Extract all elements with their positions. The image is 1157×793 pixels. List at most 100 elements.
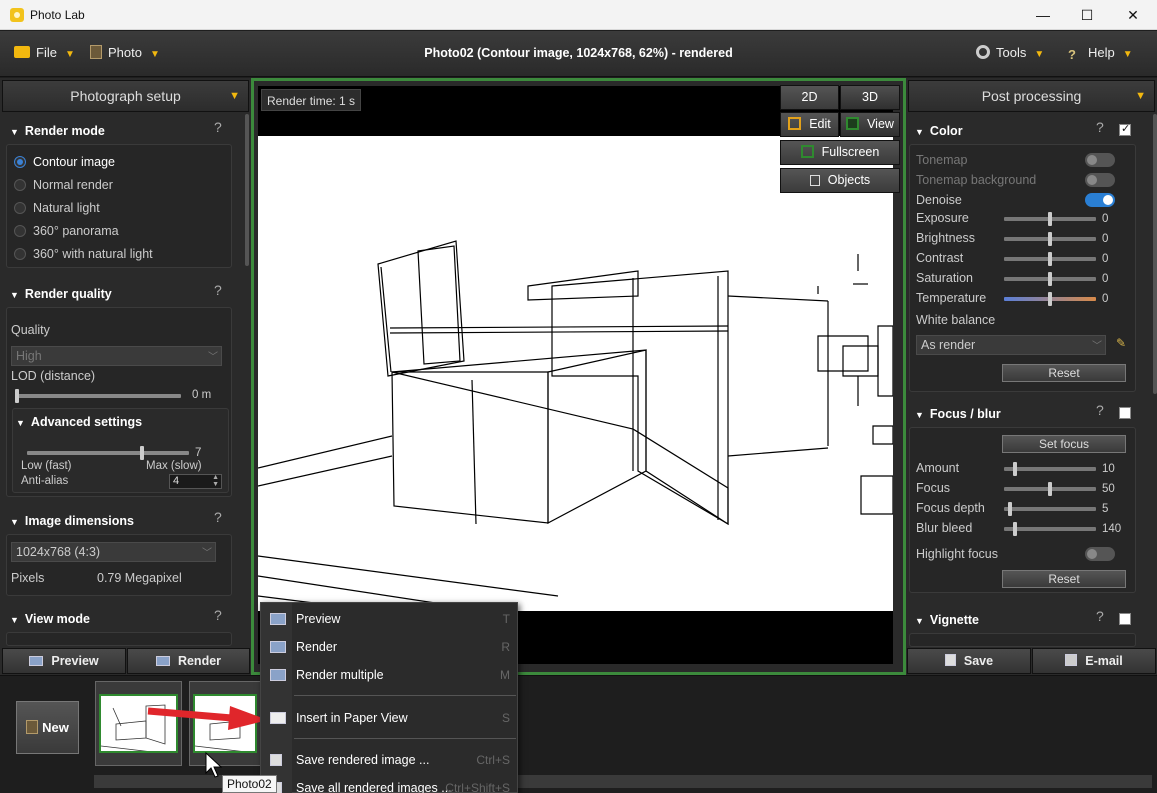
objects-button[interactable]: Objects — [780, 168, 900, 193]
post-slider[interactable] — [1004, 522, 1096, 536]
slider-knob[interactable] — [1013, 522, 1017, 536]
quality-select[interactable]: High ﹀ — [11, 346, 222, 366]
slider-label: Brightness — [916, 231, 976, 245]
slider-knob[interactable] — [1048, 252, 1052, 266]
help-question-icon[interactable]: ? — [214, 509, 222, 525]
white-balance-select[interactable]: As render ﹀ — [916, 335, 1106, 355]
context-menu-render[interactable]: Render R — [261, 633, 517, 661]
highlight-focus-label: Highlight focus — [916, 547, 998, 561]
quality-level-slider[interactable] — [27, 446, 189, 460]
focus-blur-enable-checkbox[interactable] — [1119, 407, 1131, 419]
thumbnail-tooltip: Photo02 — [222, 775, 277, 793]
radio-label: Natural light — [33, 201, 100, 215]
help-question-icon[interactable]: ? — [1096, 119, 1104, 135]
render-button[interactable]: Render — [127, 648, 250, 674]
save-button[interactable]: Save — [907, 648, 1031, 674]
slider-knob[interactable] — [1048, 482, 1052, 496]
slider-label: Saturation — [916, 271, 973, 285]
lod-slider[interactable] — [15, 389, 181, 403]
menu-item-shortcut: M — [500, 668, 510, 682]
white-balance-value: As render — [921, 338, 976, 352]
vignette-section[interactable]: ▼ Vignette — [915, 613, 979, 627]
menu-separator — [294, 695, 516, 696]
denoise-toggle[interactable] — [1085, 193, 1115, 207]
main-toolbar: File ▼ Photo ▼ Photo02 (Contour image, 102… — [0, 31, 1157, 77]
context-menu-insert-paper-view[interactable]: Insert in Paper View S — [261, 704, 517, 732]
view-mode-button[interactable]: View — [840, 112, 900, 137]
quality-select-value: High — [16, 349, 42, 363]
minimize-button[interactable]: — — [1020, 0, 1066, 30]
help-question-icon[interactable]: ? — [1096, 608, 1104, 624]
post-slider[interactable] — [1004, 502, 1096, 516]
help-menu[interactable]: ? Help ▼ — [1068, 45, 1133, 63]
set-focus-button[interactable]: Set focus — [1002, 435, 1126, 453]
quality-label: Quality — [11, 323, 50, 337]
tonemap-toggle[interactable] — [1085, 153, 1115, 167]
tonemap-label: Tonemap — [916, 153, 968, 167]
image-dimensions-select[interactable]: 1024x768 (4:3) ﹀ — [11, 542, 216, 562]
photograph-setup-header[interactable]: Photograph setup ▼ — [2, 80, 249, 112]
render-mode-title: Render mode — [24, 124, 105, 138]
post-slider[interactable] — [1004, 292, 1096, 306]
left-panel-scrollbar[interactable] — [245, 114, 249, 266]
image-dimensions-section[interactable]: ▼ Image dimensions — [10, 514, 134, 528]
post-slider[interactable] — [1004, 212, 1096, 226]
focus-blur-section[interactable]: ▼ Focus / blur — [915, 407, 1001, 421]
slider-knob[interactable] — [1048, 272, 1052, 286]
color-reset-button[interactable]: Reset — [1002, 364, 1126, 382]
post-slider[interactable] — [1004, 252, 1096, 266]
anti-alias-stepper[interactable]: 4 ▲ ▼ — [169, 474, 222, 489]
radio-natural-light[interactable]: Natural light — [14, 201, 100, 215]
edit-mode-button[interactable]: Edit — [780, 112, 839, 137]
slider-knob[interactable] — [15, 389, 19, 403]
camera-icon — [29, 656, 44, 666]
focus-reset-button[interactable]: Reset — [1002, 570, 1126, 588]
email-button[interactable]: E-mail — [1032, 648, 1156, 674]
radio-normal-render[interactable]: Normal render — [14, 178, 113, 192]
eyedropper-icon[interactable]: ✎ — [1116, 336, 1126, 350]
maximize-button[interactable]: ☐ — [1064, 0, 1110, 30]
vignette-enable-checkbox[interactable] — [1119, 613, 1131, 625]
slider-knob[interactable] — [1008, 502, 1012, 516]
slider-knob[interactable] — [1048, 292, 1052, 306]
radio-360-natural-light[interactable]: 360° with natural light — [14, 247, 153, 261]
color-enable-checkbox[interactable] — [1119, 122, 1131, 136]
slider-knob[interactable] — [1048, 212, 1052, 226]
stepper-arrows-icon[interactable]: ▲ ▼ — [212, 474, 219, 488]
view-mode-section[interactable]: ▼ View mode — [10, 612, 90, 626]
radio-contour-image[interactable]: Contour image — [14, 155, 115, 169]
post-slider[interactable] — [1004, 232, 1096, 246]
preview-button[interactable]: Preview — [2, 648, 126, 674]
context-menu-save-rendered-image[interactable]: Save rendered image ... Ctrl+S — [261, 746, 517, 774]
context-menu-render-multiple[interactable]: Render multiple M — [261, 661, 517, 689]
highlight-focus-toggle[interactable] — [1085, 547, 1115, 561]
slider-knob[interactable] — [1013, 462, 1017, 476]
fullscreen-button[interactable]: Fullscreen — [780, 140, 900, 165]
new-photo-button[interactable]: New — [16, 701, 79, 754]
slider-knob[interactable] — [1048, 232, 1052, 246]
help-question-icon[interactable]: ? — [214, 607, 222, 623]
help-question-icon[interactable]: ? — [214, 119, 222, 135]
close-button[interactable]: ✕ — [1110, 0, 1156, 30]
tonemap-background-toggle[interactable] — [1085, 173, 1115, 187]
help-question-icon[interactable]: ? — [1096, 402, 1104, 418]
help-question-icon[interactable]: ? — [214, 282, 222, 298]
post-slider[interactable] — [1004, 482, 1096, 496]
post-slider[interactable] — [1004, 462, 1096, 476]
advanced-settings-section[interactable]: ▼ Advanced settings — [16, 415, 142, 429]
slider-knob[interactable] — [140, 446, 144, 460]
color-section[interactable]: ▼ Color — [915, 124, 963, 138]
context-menu-save-all-rendered-images[interactable]: Save all rendered images ... Ctrl+Shift+S — [261, 774, 517, 793]
render-mode-section[interactable]: ▼ Render mode — [10, 124, 105, 138]
post-processing-panel: Post processing ▼ ▼ Color ? Tonemap Tonem… — [906, 78, 1157, 675]
slider-label: Contrast — [916, 251, 964, 265]
tools-menu[interactable]: Tools ▼ — [976, 45, 1044, 60]
2d-view-button[interactable]: 2D — [780, 85, 839, 110]
render-quality-section[interactable]: ▼ Render quality — [10, 287, 112, 301]
post-processing-header[interactable]: Post processing ▼ — [908, 80, 1155, 112]
context-menu-preview[interactable]: Preview T — [261, 605, 517, 633]
3d-view-button[interactable]: 3D — [840, 85, 900, 110]
right-panel-scrollbar[interactable] — [1153, 114, 1157, 394]
post-slider[interactable] — [1004, 272, 1096, 286]
radio-360-panorama[interactable]: 360° panorama — [14, 224, 119, 238]
